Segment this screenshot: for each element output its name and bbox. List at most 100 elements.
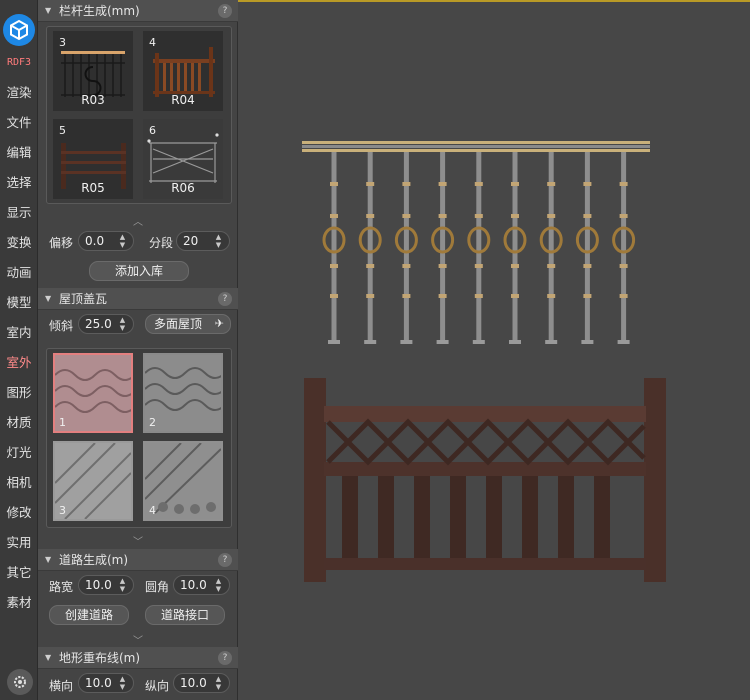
road-connector-button[interactable]: 道路接口	[145, 605, 225, 625]
nav-item-animation[interactable]: 动画	[0, 258, 38, 288]
roof-section-title: 屋顶盖瓦	[59, 292, 108, 306]
expand-chevron-icon[interactable]: ︿	[38, 213, 238, 228]
roof-tile-item-3[interactable]: 3	[53, 441, 133, 521]
stepper-arrows-icon[interactable]: ▲ ▼	[214, 233, 223, 249]
expand-chevron-icon[interactable]: ﹀	[38, 533, 238, 548]
nav-item-render[interactable]: 渲染	[0, 78, 38, 108]
left-nav: RDF3 渲染 文件 编辑 选择 显示 变换 动画 模型 室内 室外 图形 材质…	[0, 0, 38, 700]
segment-label: 分段	[149, 236, 174, 250]
corner-radius-stepper[interactable]: 10.0 ▲ ▼	[173, 575, 230, 595]
item-caption: R05	[81, 181, 105, 195]
nav-item-other[interactable]: 其它	[0, 558, 38, 588]
nav-item-exterior[interactable]: 室外	[0, 348, 38, 378]
baluster	[575, 152, 599, 344]
slope-value: 25.0	[85, 317, 112, 331]
nav-item-interior[interactable]: 室内	[0, 318, 38, 348]
stepper-arrows-icon[interactable]: ▲ ▼	[118, 233, 127, 249]
slope-label: 倾斜	[49, 319, 74, 333]
horizontal-stepper[interactable]: 10.0 ▲ ▼	[78, 673, 134, 693]
horizontal-value: 10.0	[85, 676, 112, 690]
item-number: 3	[59, 504, 66, 517]
baluster	[503, 152, 527, 344]
nav-item-shapes[interactable]: 图形	[0, 378, 38, 408]
nav-item-light[interactable]: 灯光	[0, 438, 38, 468]
item-caption: R04	[171, 93, 195, 107]
nav-item-edit[interactable]: 编辑	[0, 138, 38, 168]
terrain-section-title: 地形重布线(m)	[59, 651, 141, 665]
help-icon[interactable]: ?	[218, 292, 232, 306]
railing-item-r06[interactable]: 6 R06	[143, 119, 223, 199]
brand-label: RDF3	[6, 57, 32, 68]
offset-stepper[interactable]: 0.0 ▲ ▼	[78, 231, 134, 251]
nav-item-camera[interactable]: 相机	[0, 468, 38, 498]
offset-label: 偏移	[49, 236, 74, 250]
road-section-header[interactable]: ▼ 道路生成(m) ?	[38, 549, 238, 571]
item-number: 4	[149, 504, 156, 517]
roof-tile-1-thumbnail	[55, 355, 131, 431]
help-icon[interactable]: ?	[218, 553, 232, 567]
help-icon[interactable]: ?	[218, 4, 232, 18]
nav-item-assets[interactable]: 素材	[0, 588, 38, 618]
railing-gallery: 3 R03 4 R04 5 R05 6 R06	[46, 26, 232, 204]
roof-tile-4-thumbnail	[145, 443, 221, 519]
terrain-section-header[interactable]: ▼ 地形重布线(m) ?	[38, 647, 238, 669]
stepper-arrows-icon[interactable]: ▲ ▼	[118, 316, 127, 332]
roof-tile-3-thumbnail	[55, 443, 131, 519]
offset-value: 0.0	[85, 234, 105, 248]
stepper-arrows-icon[interactable]: ▲ ▼	[214, 675, 223, 691]
baluster	[539, 152, 563, 344]
help-icon[interactable]: ?	[218, 651, 232, 665]
nav-item-file[interactable]: 文件	[0, 108, 38, 138]
segment-stepper[interactable]: 20 ▲ ▼	[176, 231, 230, 251]
road-width-stepper[interactable]: 10.0 ▲ ▼	[78, 575, 134, 595]
expand-chevron-icon[interactable]: ﹀	[38, 632, 238, 647]
road-width-label: 路宽	[49, 580, 74, 594]
logo-icon[interactable]	[3, 14, 35, 46]
stepper-arrows-icon[interactable]: ▲ ▼	[214, 577, 223, 593]
railing-item-r05[interactable]: 5 R05	[53, 119, 133, 199]
nav-item-select[interactable]: 选择	[0, 168, 38, 198]
roof-plane-icon: ✈	[214, 317, 224, 330]
stepper-arrows-icon[interactable]: ▲ ▼	[118, 675, 127, 691]
vertical-value: 10.0	[180, 676, 207, 690]
stepper-arrows-icon[interactable]: ▲ ▼	[118, 577, 127, 593]
nav-item-transform[interactable]: 变换	[0, 228, 38, 258]
roof-tile-item-4[interactable]: 4	[143, 441, 223, 521]
segment-value: 20	[183, 234, 199, 248]
road-section-title: 道路生成(m)	[59, 553, 129, 567]
nav-item-modify[interactable]: 修改	[0, 498, 38, 528]
baluster	[431, 152, 455, 344]
vertical-stepper[interactable]: 10.0 ▲ ▼	[173, 673, 230, 693]
item-number: 6	[149, 124, 156, 137]
nav-item-model[interactable]: 模型	[0, 288, 38, 318]
create-road-button[interactable]: 创建道路	[49, 605, 129, 625]
roof-tile-item-1[interactable]: 1	[53, 353, 133, 433]
item-number: 2	[149, 416, 156, 429]
slope-stepper[interactable]: 25.0 ▲ ▼	[78, 314, 134, 334]
railing-section-title: 栏杆生成(mm)	[59, 4, 140, 18]
multi-roof-button[interactable]: 多面屋顶 ✈	[145, 314, 231, 334]
railing-item-r04[interactable]: 4 R04	[143, 31, 223, 111]
collapse-triangle-icon: ▼	[45, 294, 52, 303]
3d-viewport[interactable]	[238, 0, 750, 700]
road-width-value: 10.0	[85, 578, 112, 592]
tool-panel: ▼ 栏杆生成(mm) ? 3 R03 4 R04 5 R05 6 R06 ︿ 偏…	[38, 0, 238, 700]
collapse-triangle-icon: ▼	[45, 6, 52, 15]
roof-tile-2-thumbnail	[145, 355, 221, 431]
nav-item-utility[interactable]: 实用	[0, 528, 38, 558]
railing-section-header[interactable]: ▼ 栏杆生成(mm) ?	[38, 0, 238, 22]
baluster	[322, 152, 346, 344]
nav-item-display[interactable]: 显示	[0, 198, 38, 228]
railing-item-r03[interactable]: 3 R03	[53, 31, 133, 111]
add-to-library-button[interactable]: 添加入库	[89, 261, 189, 281]
item-number: 4	[149, 36, 156, 49]
item-number: 1	[59, 416, 66, 429]
roof-tile-item-2[interactable]: 2	[143, 353, 223, 433]
roof-section-header[interactable]: ▼ 屋顶盖瓦 ?	[38, 288, 238, 310]
item-number: 3	[59, 36, 66, 49]
multi-roof-label: 多面屋顶	[154, 317, 203, 331]
nav-item-material[interactable]: 材质	[0, 408, 38, 438]
settings-gear-icon[interactable]	[7, 669, 33, 695]
baluster	[394, 152, 418, 344]
item-number: 5	[59, 124, 66, 137]
